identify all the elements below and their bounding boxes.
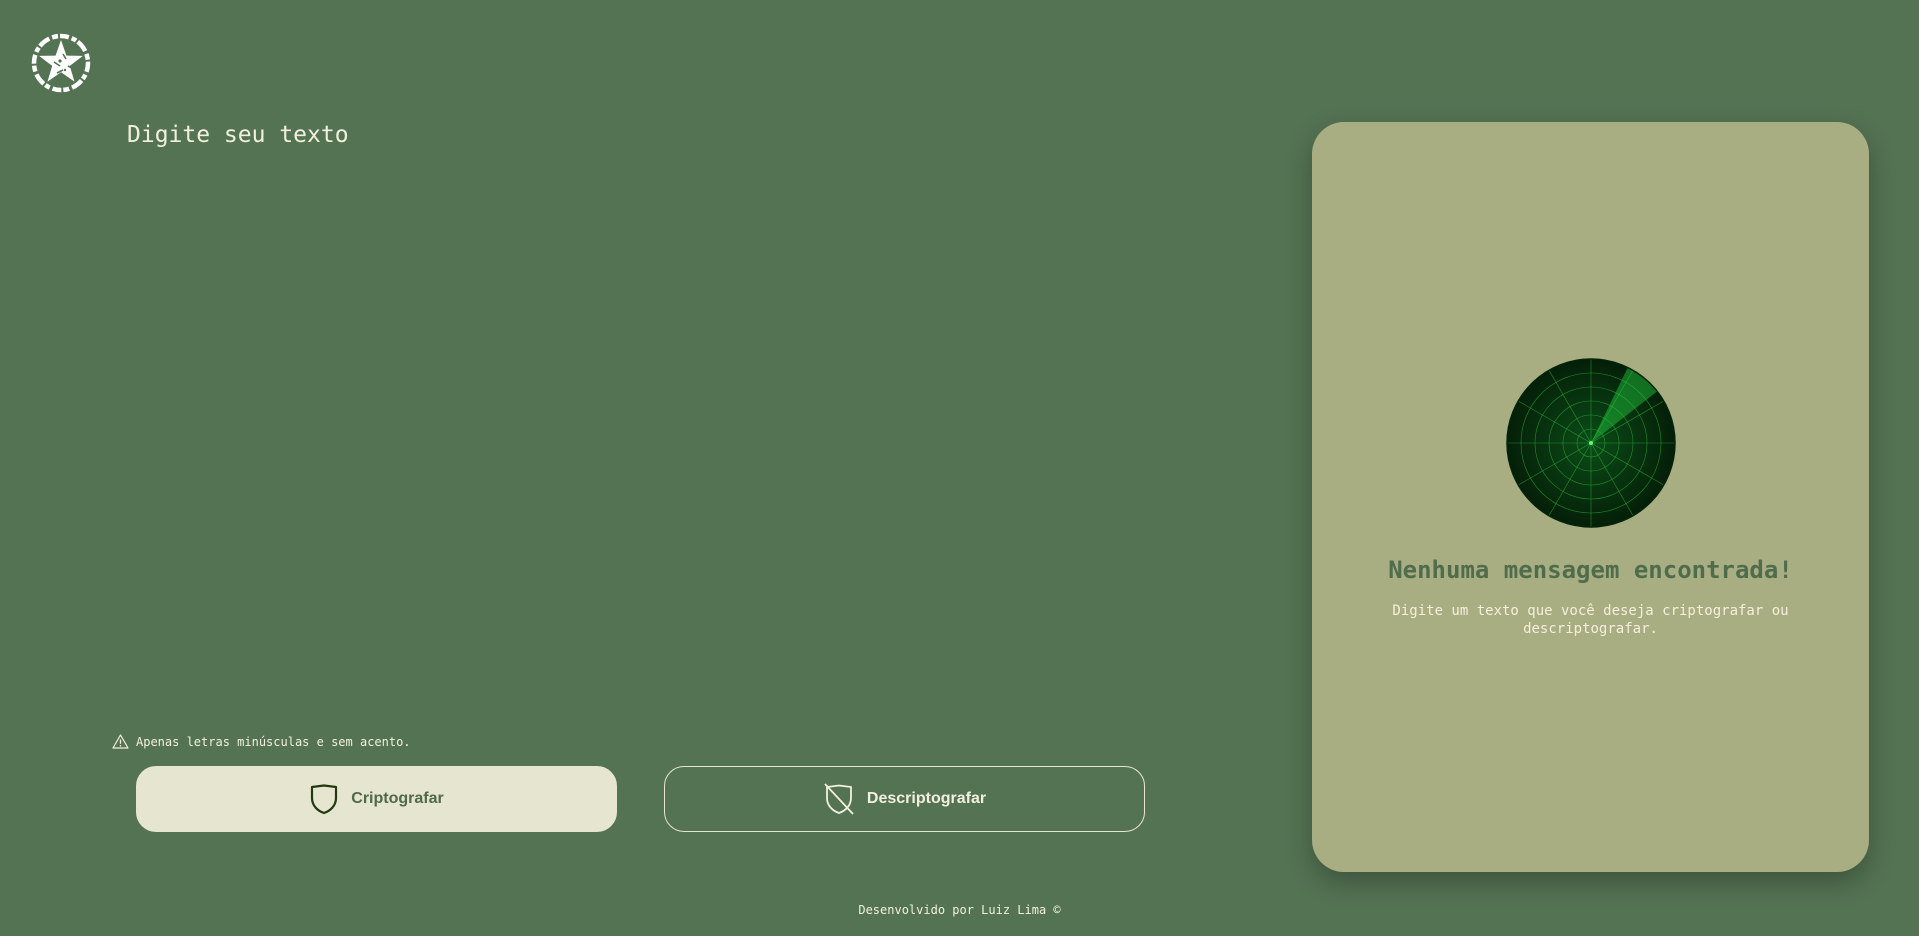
footer-credit: Desenvolvido por Luiz Lima ©: [858, 903, 1061, 917]
encrypt-button-label: Criptografar: [351, 790, 444, 807]
warning-text: Apenas letras minúsculas e sem acento.: [136, 734, 411, 749]
logo: [30, 32, 92, 94]
output-panel: Nenhuma mensagem encontrada! Digite um t…: [1312, 122, 1869, 872]
encrypt-button[interactable]: Criptografar: [136, 766, 617, 832]
decrypt-button[interactable]: Descriptografar: [664, 766, 1145, 832]
star-emblem-icon: [31, 33, 91, 93]
shield-icon: [311, 784, 338, 815]
warning-note: Apenas letras minúsculas e sem acento.: [112, 734, 411, 749]
warning-triangle-icon: [112, 734, 129, 749]
decrypt-button-label: Descriptografar: [866, 790, 987, 807]
panel-title: Nenhuma mensagem encontrada!: [1388, 556, 1793, 584]
radar-icon: [1506, 358, 1676, 528]
shield-off-icon: [824, 783, 854, 815]
text-input[interactable]: [127, 118, 1127, 698]
panel-description: Digite um texto que você deseja criptogr…: [1392, 603, 1789, 637]
